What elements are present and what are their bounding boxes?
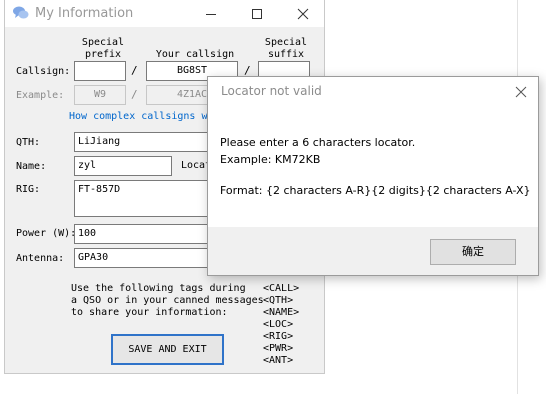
dialog-message-format: Format: {2 characters A-R}{2 digits}{2 c… bbox=[220, 184, 531, 197]
antenna-input[interactable]: GPA30 bbox=[74, 248, 224, 268]
tag-rig: <RIG> bbox=[263, 331, 294, 342]
example-label: Example: bbox=[16, 90, 65, 101]
complex-callsigns-link[interactable]: How complex callsigns w bbox=[69, 111, 207, 122]
dialog-title: Locator not valid bbox=[221, 84, 322, 98]
power-input[interactable]: 100 bbox=[74, 224, 224, 244]
window-title: My Information bbox=[35, 6, 134, 21]
name-input[interactable]: zyl bbox=[74, 156, 172, 176]
callsign-label: Callsign: bbox=[16, 66, 71, 77]
close-icon bbox=[297, 8, 309, 20]
qth-label: QTH: bbox=[16, 137, 41, 148]
tag-loc: <LOC> bbox=[263, 319, 294, 330]
prefix-header: Special prefix bbox=[73, 37, 133, 61]
close-icon bbox=[515, 86, 527, 98]
locator-not-valid-dialog: Locator not valid Please enter a 6 chara… bbox=[207, 76, 539, 276]
tag-call: <CALL> bbox=[263, 283, 300, 294]
close-button[interactable] bbox=[280, 0, 326, 27]
maximize-icon bbox=[252, 9, 262, 19]
prefix-header-line1: Special bbox=[81, 37, 125, 48]
usage-line: to share your information: bbox=[71, 307, 228, 318]
dialog-message-line1: Please enter a 6 characters locator. bbox=[220, 136, 416, 149]
usage-instructions: Use the following tags during a QSO or i… bbox=[71, 283, 264, 319]
example-prefix-field: W9 bbox=[74, 85, 126, 105]
tag-name: <NAME> bbox=[263, 307, 300, 318]
tag-qth: <QTH> bbox=[263, 295, 294, 306]
suffix-header-line1: Special bbox=[264, 37, 308, 48]
dialog-close-button[interactable] bbox=[511, 82, 531, 102]
save-and-exit-button[interactable]: SAVE AND EXIT bbox=[111, 334, 224, 365]
antenna-label: Antenna: bbox=[16, 253, 65, 264]
slash-separator: / bbox=[131, 64, 138, 77]
usage-line: Use the following tags during bbox=[71, 283, 246, 294]
chat-bubbles-icon bbox=[13, 6, 29, 19]
suffix-header-line2: suffix bbox=[267, 49, 305, 60]
minimize-icon bbox=[206, 14, 216, 15]
tag-list: <CALL> <QTH> <NAME> <LOC> <RIG> <PWR> <A… bbox=[263, 283, 299, 367]
tag-pwr: <PWR> bbox=[263, 343, 294, 354]
rig-label: RIG: bbox=[16, 184, 41, 195]
title-bar: My Information bbox=[5, 0, 324, 27]
ok-button[interactable]: 确定 bbox=[430, 239, 516, 265]
suffix-header: Special suffix bbox=[258, 37, 314, 61]
prefix-header-line2: prefix bbox=[84, 49, 122, 60]
tag-ant: <ANT> bbox=[263, 355, 294, 366]
qth-input[interactable]: LiJiang bbox=[74, 132, 224, 152]
rig-textarea[interactable]: FT-857D bbox=[74, 180, 224, 217]
power-label: Power (W): bbox=[16, 228, 77, 239]
maximize-button[interactable] bbox=[234, 0, 280, 27]
dialog-footer: 确定 bbox=[208, 227, 538, 275]
slash-separator: / bbox=[131, 88, 138, 101]
name-label: Name: bbox=[16, 161, 47, 172]
minimize-button[interactable] bbox=[188, 0, 234, 27]
usage-line: a QSO or in your canned messages bbox=[71, 295, 264, 306]
dialog-message-line2: Example: KM72KB bbox=[220, 153, 321, 166]
prefix-input[interactable] bbox=[74, 61, 126, 81]
callsign-header: Your callsign bbox=[155, 49, 235, 60]
